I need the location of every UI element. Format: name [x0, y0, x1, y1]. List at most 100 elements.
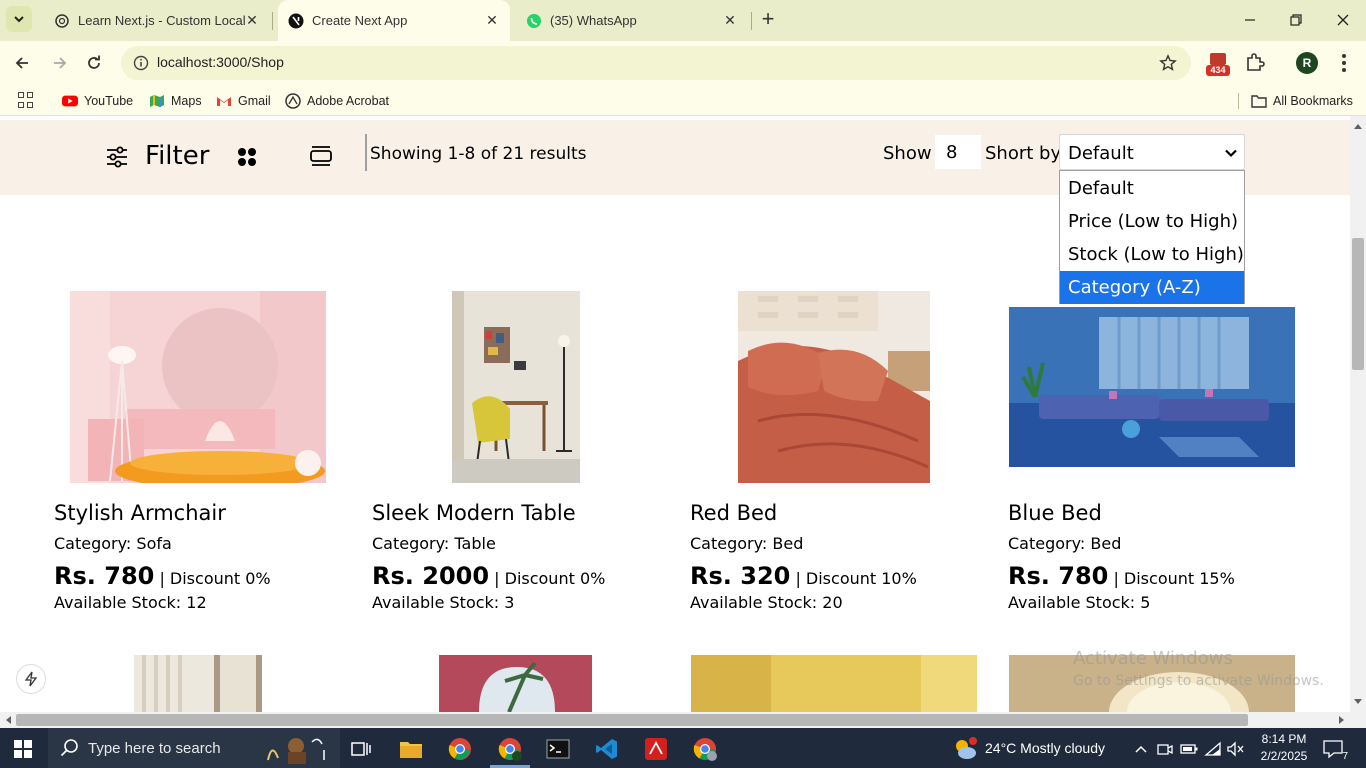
product-stock: Available Stock: 5	[1008, 593, 1151, 612]
show-count-input[interactable]	[935, 135, 981, 169]
bookmark-star-icon[interactable]	[1159, 54, 1177, 72]
tab-learn-nextjs[interactable]: Learn Next.js - Custom Localhost ✕	[42, 0, 270, 41]
restore-icon	[1290, 14, 1302, 26]
lightning-icon	[24, 671, 38, 687]
product-image-table[interactable]	[452, 291, 580, 483]
profile-avatar[interactable]: R	[1296, 52, 1318, 74]
scroll-left-arrow-icon[interactable]	[6, 716, 11, 724]
bookmark-youtube[interactable]: YouTube	[62, 91, 133, 111]
product-name[interactable]: Stylish Armchair	[54, 501, 226, 525]
weather-icon[interactable]	[950, 734, 980, 764]
product-image-armchair[interactable]	[70, 291, 326, 483]
bookmark-gmail[interactable]: Gmail	[216, 91, 271, 111]
category-label: Category:	[372, 534, 450, 553]
all-bookmarks-button[interactable]: All Bookmarks	[1251, 91, 1353, 111]
chrome-profile-icon[interactable]	[495, 734, 525, 764]
maps-icon	[149, 93, 165, 109]
vertical-scrollbar[interactable]	[1350, 116, 1366, 712]
sort-option-price[interactable]: Price (Low to High)	[1060, 205, 1244, 238]
product-card[interactable]: Sleek Modern Table Category: Table Rs. 2…	[372, 291, 662, 621]
system-clock[interactable]: 8:14 PM 2/2/2025	[1256, 731, 1312, 765]
acrobat-icon	[285, 93, 301, 109]
sort-option-category[interactable]: Category (A-Z)	[1060, 271, 1244, 304]
restore-button[interactable]	[1284, 8, 1308, 32]
sort-selected-value: Default	[1068, 143, 1134, 164]
bookmark-maps[interactable]: Maps	[149, 91, 202, 111]
sort-select[interactable]: Default	[1059, 134, 1245, 170]
product-category: Category: Bed	[690, 534, 803, 553]
product-image-blue-bed[interactable]	[1009, 307, 1295, 467]
extensions-puzzle-icon[interactable]	[1244, 52, 1266, 74]
scrollbar-thumb[interactable]	[1352, 238, 1364, 370]
site-info-icon[interactable]	[133, 55, 149, 71]
filter-label[interactable]: Filter	[145, 141, 209, 171]
chrome-icon[interactable]	[445, 734, 475, 764]
product-name[interactable]: Blue Bed	[1008, 501, 1102, 525]
product-card[interactable]: Blue Bed Category: Bed Rs. 780 | Discoun…	[1008, 291, 1298, 621]
sort-option-stock[interactable]: Stock (Low to High)	[1060, 238, 1244, 271]
chevron-down-icon	[14, 16, 24, 23]
sort-option-default[interactable]: Default	[1060, 172, 1244, 205]
forward-button[interactable]	[48, 51, 72, 75]
close-icon[interactable]: ✕	[722, 12, 738, 28]
file-explorer-icon[interactable]	[396, 734, 426, 764]
notification-count: 7	[1342, 751, 1348, 762]
product-discount: | Discount 0%	[159, 569, 271, 588]
list-view-icon[interactable]	[309, 144, 333, 168]
weather-text[interactable]: 24°C Mostly cloudy	[985, 740, 1105, 756]
product-price-line: Rs. 2000 | Discount 0%	[372, 562, 605, 590]
notifications-icon[interactable]: 7	[1318, 734, 1348, 764]
task-view-icon[interactable]	[346, 734, 376, 764]
back-button[interactable]	[10, 51, 34, 75]
scrollbar-thumb[interactable]	[16, 714, 1248, 726]
product-image-red-bed[interactable]	[738, 291, 930, 483]
taskbar-search-box[interactable]: Type here to search	[48, 728, 340, 768]
product-card[interactable]: Red Bed Category: Bed Rs. 320 | Discount…	[690, 291, 980, 621]
product-card[interactable]	[54, 655, 344, 712]
grid-view-icon[interactable]	[238, 148, 256, 166]
product-image[interactable]	[439, 655, 592, 712]
terminal-icon[interactable]	[543, 734, 573, 764]
whatsapp-icon	[526, 13, 542, 29]
windows-start-icon[interactable]	[14, 740, 32, 758]
product-card[interactable]	[372, 655, 662, 712]
chrome-menu-icon[interactable]	[1334, 52, 1354, 74]
product-name[interactable]: Sleek Modern Table	[372, 501, 576, 525]
close-icon[interactable]: ✕	[244, 12, 260, 28]
scroll-right-arrow-icon[interactable]	[1339, 716, 1344, 724]
scroll-up-arrow-icon[interactable]	[1354, 124, 1362, 129]
product-discount: | Discount 15%	[1113, 569, 1235, 588]
nextjs-dev-indicator[interactable]	[16, 664, 46, 694]
sliders-icon[interactable]	[106, 146, 128, 168]
product-image[interactable]	[134, 655, 262, 712]
scroll-down-arrow-icon[interactable]	[1354, 699, 1362, 704]
acrobat-reader-icon[interactable]	[641, 734, 671, 764]
arrow-right-icon	[54, 57, 67, 69]
product-name[interactable]: Red Bed	[690, 501, 777, 525]
address-bar[interactable]: localhost:3000/Shop	[121, 46, 1191, 80]
extension-button[interactable]: 434	[1206, 51, 1230, 77]
bookmark-label: YouTube	[84, 94, 134, 108]
sort-dropdown-list: Default Price (Low to High) Stock (Low t…	[1059, 170, 1245, 304]
new-tab-button[interactable]: +	[758, 8, 778, 32]
apps-grid-icon[interactable]	[18, 92, 34, 108]
close-icon[interactable]: ✕	[484, 12, 500, 28]
minimize-button[interactable]	[1238, 8, 1262, 32]
product-card[interactable]	[690, 655, 980, 712]
horizontal-scrollbar[interactable]	[0, 712, 1366, 728]
clock-date: 2/2/2025	[1260, 749, 1308, 763]
product-image[interactable]	[691, 655, 977, 712]
close-window-button[interactable]	[1331, 8, 1355, 32]
close-icon	[1337, 14, 1349, 26]
reload-button[interactable]	[82, 51, 106, 75]
watermark-subtitle: Go to Settings to activate Windows.	[1073, 673, 1324, 689]
chrome-profile-icon[interactable]	[690, 734, 720, 764]
tab-search-button[interactable]	[6, 6, 32, 32]
volume-muted-icon[interactable]	[1220, 734, 1250, 764]
tab-create-next-app[interactable]: Create Next App ✕	[278, 0, 510, 41]
product-card[interactable]: Stylish Armchair Category: Sofa Rs. 780 …	[54, 291, 344, 621]
nextjs-icon	[288, 13, 304, 29]
vscode-icon[interactable]	[592, 734, 622, 764]
tab-whatsapp[interactable]: (35) WhatsApp ✕	[514, 0, 748, 41]
bookmark-adobe-acrobat[interactable]: Adobe Acrobat	[285, 91, 389, 111]
